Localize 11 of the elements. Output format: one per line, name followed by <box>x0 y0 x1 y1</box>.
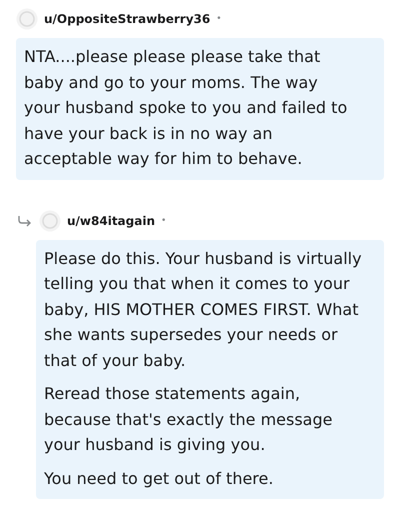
comment-text: NTA....please please please take that baby and go to your moms. The way your husband spoke to you and failed to have your back is in no way an acceptable way for him to behave. <box>24 46 348 170</box>
separator-dot: • <box>161 216 166 226</box>
comment-text: You need to get out of there. <box>44 468 274 490</box>
comment-text: Reread those statements again, because that's exactly the message your husband is giving you. <box>44 383 334 456</box>
username-link[interactable]: u/w84itagain <box>67 214 156 228</box>
separator-dot: • <box>216 14 222 24</box>
username-link[interactable]: u/OppositeStrawberry36 <box>44 12 210 26</box>
comment-text: Please do this. Your husband is virtually telling you that when it comes to your baby, HIS MOTHER COMES FIRST. What she wants supersedes your needs or that of your baby. <box>44 248 363 372</box>
avatar-icon <box>39 210 61 232</box>
reply-arrow-icon <box>17 214 33 226</box>
avatar-icon <box>16 8 38 30</box>
